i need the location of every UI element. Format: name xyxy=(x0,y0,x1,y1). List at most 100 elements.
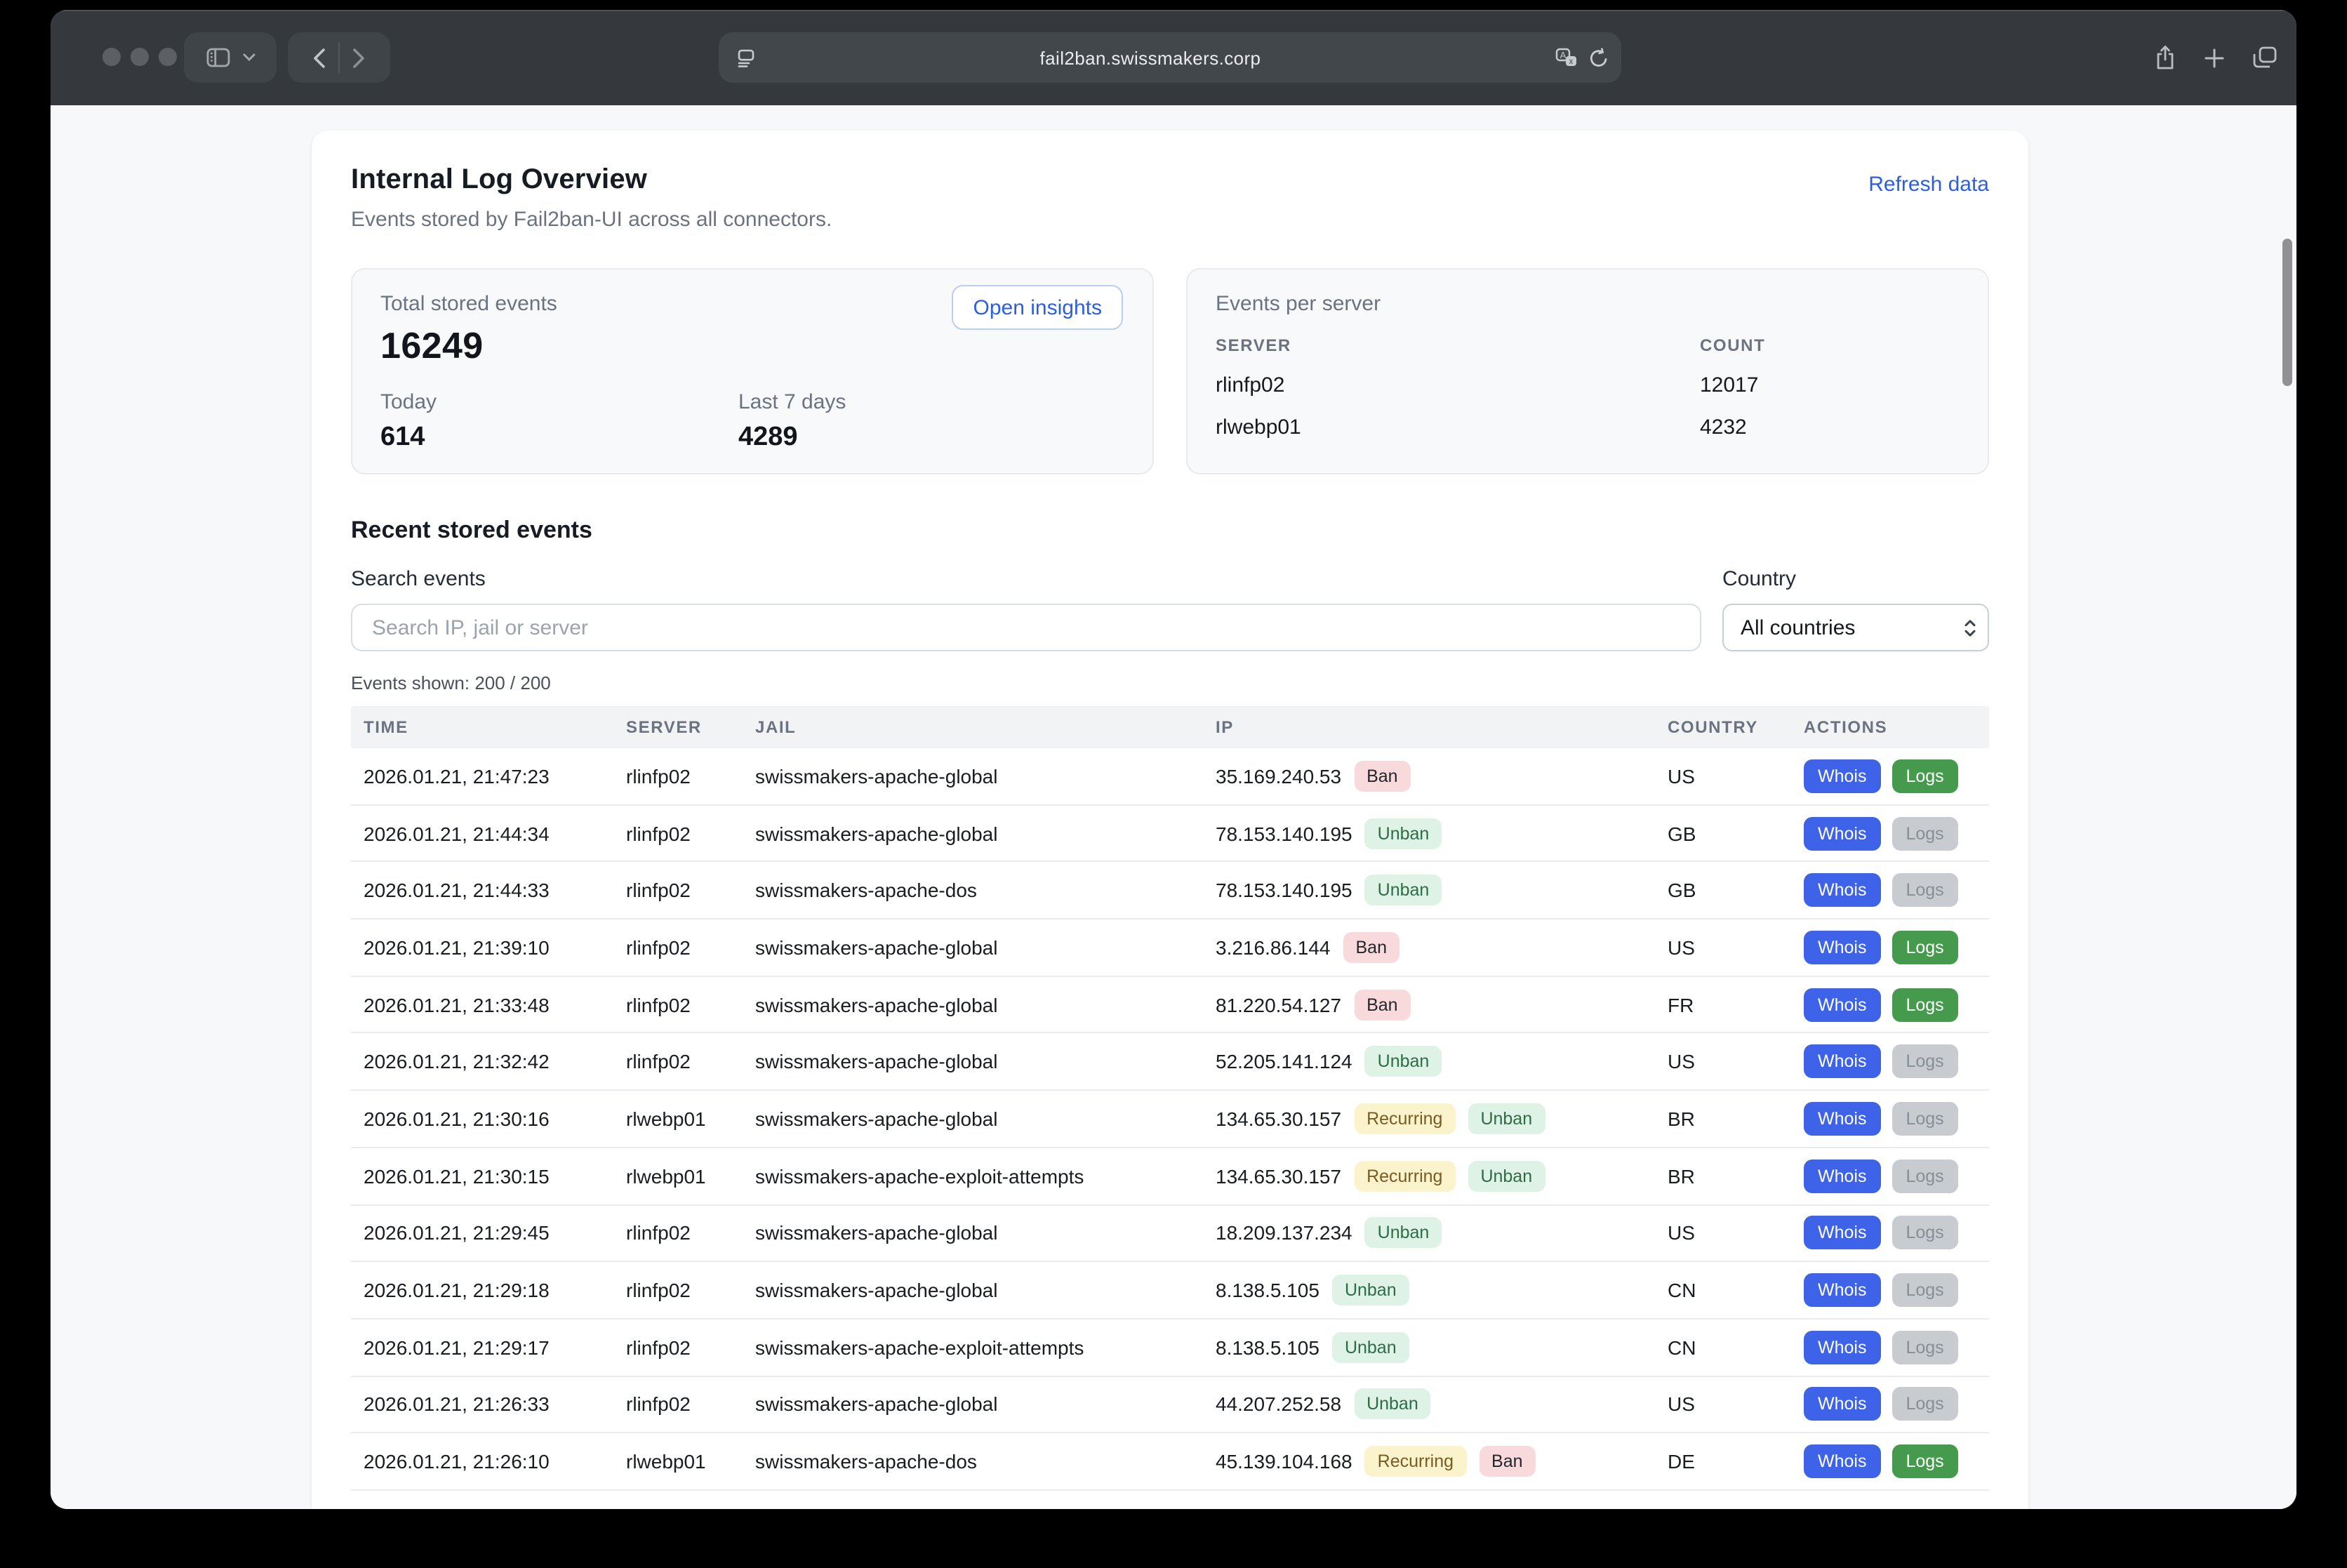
logs-button[interactable]: Logs xyxy=(1891,1444,1957,1478)
event-row: 2026.01.21, 21:44:34rlinfp02swissmakers-… xyxy=(351,805,1989,862)
share-icon[interactable] xyxy=(2155,45,2176,70)
event-ip: 134.65.30.157 xyxy=(1216,1164,1341,1187)
country-select[interactable]: All countries xyxy=(1722,604,1989,651)
event-country: GB xyxy=(1655,879,1791,901)
total-events-card: Total stored events 16249 Open insights … xyxy=(351,268,1154,474)
badge-unban: Unban xyxy=(1354,1389,1431,1420)
url-text: fail2ban.swissmakers.corp xyxy=(759,47,1541,68)
event-ip: 3.216.86.144 xyxy=(1216,936,1331,959)
per-server-row: rlinfp0212017 xyxy=(1216,355,1960,397)
column-header-actions: ACTIONS xyxy=(1791,717,1989,737)
reader-icon[interactable] xyxy=(731,48,759,67)
logs-button[interactable]: Logs xyxy=(1891,931,1957,964)
event-jail: swissmakers-apache-dos xyxy=(743,879,1203,901)
event-jail: swissmakers-apache-global xyxy=(743,1051,1203,1073)
event-row: 2026.01.21, 21:47:23rlinfp02swissmakers-… xyxy=(351,748,1989,805)
whois-button[interactable]: Whois xyxy=(1804,931,1880,964)
translate-icon[interactable]: A x xyxy=(1555,47,1578,68)
event-row: 2026.01.21, 21:26:10rlwebp01swissmakers-… xyxy=(351,1434,1989,1491)
tabs-icon[interactable] xyxy=(2253,46,2277,69)
column-header-jail: JAIL xyxy=(743,717,1203,737)
today-value: 614 xyxy=(380,423,738,453)
per-server-title: Events per server xyxy=(1216,292,1960,316)
event-ip: 52.205.141.124 xyxy=(1216,1051,1352,1073)
logs-button[interactable]: Logs xyxy=(1891,759,1957,793)
event-server: rlwebp01 xyxy=(613,1450,743,1473)
event-time: 2026.01.21, 21:30:16 xyxy=(351,1108,613,1130)
svg-text:x: x xyxy=(1569,57,1574,66)
back-icon[interactable] xyxy=(313,47,326,68)
refresh-data-link[interactable]: Refresh data xyxy=(1868,173,1989,197)
event-ip-cell: 44.207.252.58Unban xyxy=(1203,1389,1655,1420)
event-country: US xyxy=(1655,765,1791,788)
chevron-down-icon[interactable] xyxy=(242,53,255,62)
reload-icon[interactable] xyxy=(1589,47,1609,68)
event-ip: 134.65.30.157 xyxy=(1216,1108,1341,1130)
column-header-ip: IP xyxy=(1203,717,1655,737)
close-window-button[interactable] xyxy=(102,48,121,66)
events-table: TIMESERVERJAILIPCOUNTRYACTIONS 2026.01.2… xyxy=(351,706,1989,1491)
badge-ban: Ban xyxy=(1479,1446,1536,1477)
events-table-header: TIMESERVERJAILIPCOUNTRYACTIONS xyxy=(351,706,1989,748)
logs-button[interactable]: Logs xyxy=(1891,1388,1957,1421)
event-actions: Whois Logs xyxy=(1791,1159,1989,1192)
event-time: 2026.01.21, 21:26:10 xyxy=(351,1450,613,1473)
search-input[interactable] xyxy=(351,604,1701,651)
forward-icon[interactable] xyxy=(352,47,365,68)
event-actions: Whois Logs xyxy=(1791,1388,1989,1421)
open-insights-button[interactable]: Open insights xyxy=(952,285,1123,330)
logs-button[interactable]: Logs xyxy=(1891,1159,1957,1192)
event-row: 2026.01.21, 21:29:18rlinfp02swissmakers-… xyxy=(351,1262,1989,1319)
total-events-value: 16249 xyxy=(380,324,1124,368)
whois-button[interactable]: Whois xyxy=(1804,988,1880,1021)
main-card: Internal Log Overview Events stored by F… xyxy=(312,131,2028,1509)
event-country: BR xyxy=(1655,1108,1791,1130)
logs-button[interactable]: Logs xyxy=(1891,1330,1957,1364)
event-time: 2026.01.21, 21:29:18 xyxy=(351,1279,613,1301)
logs-button[interactable]: Logs xyxy=(1891,1045,1957,1079)
event-jail: swissmakers-apache-dos xyxy=(743,1450,1203,1473)
event-actions: Whois Logs xyxy=(1791,1273,1989,1307)
event-actions: Whois Logs xyxy=(1791,988,1989,1021)
zoom-window-button[interactable] xyxy=(159,48,177,66)
event-time: 2026.01.21, 21:44:33 xyxy=(351,879,613,901)
country-label: Country xyxy=(1722,567,1989,591)
sidebar-icon[interactable] xyxy=(206,48,230,67)
whois-button[interactable]: Whois xyxy=(1804,1273,1880,1307)
event-actions: Whois Logs xyxy=(1791,1102,1989,1136)
server-name: rlwebp01 xyxy=(1216,416,1700,439)
logs-button[interactable]: Logs xyxy=(1891,873,1957,907)
recent-events-title: Recent stored events xyxy=(351,517,1989,545)
minimize-window-button[interactable] xyxy=(131,48,149,66)
whois-button[interactable]: Whois xyxy=(1804,1159,1880,1192)
logs-button[interactable]: Logs xyxy=(1891,816,1957,850)
whois-button[interactable]: Whois xyxy=(1804,873,1880,907)
whois-button[interactable]: Whois xyxy=(1804,1330,1880,1364)
today-label: Today xyxy=(380,390,738,414)
new-tab-icon[interactable] xyxy=(2204,47,2225,68)
event-actions: Whois Logs xyxy=(1791,1330,1989,1364)
per-server-col-count: COUNT xyxy=(1700,335,1960,355)
sidebar-toggle-group[interactable] xyxy=(184,32,277,83)
browser-window: fail2ban.swissmakers.corp A x xyxy=(51,10,2296,1509)
badge-unban: Unban xyxy=(1365,1047,1442,1077)
whois-button[interactable]: Whois xyxy=(1804,1388,1880,1421)
whois-button[interactable]: Whois xyxy=(1804,1216,1880,1250)
logs-button[interactable]: Logs xyxy=(1891,988,1957,1021)
events-per-server-card: Events per server SERVER COUNT rlinfp021… xyxy=(1186,268,1989,474)
event-actions: Whois Logs xyxy=(1791,1045,1989,1079)
logs-button[interactable]: Logs xyxy=(1891,1216,1957,1250)
event-ip: 78.153.140.195 xyxy=(1216,822,1352,844)
vertical-scrollbar[interactable] xyxy=(2282,239,2292,386)
whois-button[interactable]: Whois xyxy=(1804,816,1880,850)
whois-button[interactable]: Whois xyxy=(1804,1045,1880,1079)
logs-button[interactable]: Logs xyxy=(1891,1102,1957,1136)
address-bar[interactable]: fail2ban.swissmakers.corp A x xyxy=(719,32,1621,83)
event-country: DE xyxy=(1655,1450,1791,1473)
whois-button[interactable]: Whois xyxy=(1804,1444,1880,1478)
whois-button[interactable]: Whois xyxy=(1804,759,1880,793)
event-time: 2026.01.21, 21:26:33 xyxy=(351,1393,613,1416)
logs-button[interactable]: Logs xyxy=(1891,1273,1957,1307)
whois-button[interactable]: Whois xyxy=(1804,1102,1880,1136)
event-time: 2026.01.21, 21:44:34 xyxy=(351,822,613,844)
